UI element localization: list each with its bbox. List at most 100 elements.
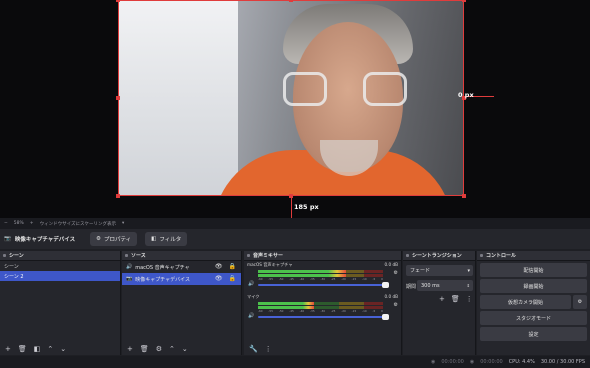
dock-grip-icon bbox=[125, 254, 128, 257]
dock-grip-icon bbox=[480, 254, 483, 257]
gear-icon[interactable]: ⚙ bbox=[156, 345, 162, 353]
add-icon[interactable]: + bbox=[439, 295, 445, 303]
audio-mixer-dock-title: 音声ミキサー bbox=[244, 251, 401, 261]
up-arrow-icon[interactable]: ⌃ bbox=[169, 345, 175, 353]
down-arrow-icon[interactable]: ⌄ bbox=[60, 345, 66, 353]
audio-mixer-dock: 音声ミキサー macOS 音声キャプチャ 0.0 dB -60 -55 -50 -45… bbox=[244, 251, 402, 355]
transition-select[interactable]: フェード ▾ bbox=[406, 265, 473, 276]
gear-icon[interactable]: ⚙ bbox=[394, 270, 398, 276]
dock-grip-icon bbox=[406, 254, 409, 257]
meter-tick-label: -5 bbox=[372, 277, 376, 281]
trash-icon[interactable]: 🗑 bbox=[140, 345, 149, 353]
meter-tick-label: -50 bbox=[278, 277, 284, 281]
eye-icon[interactable]: 👁 bbox=[215, 275, 223, 282]
camera-icon: 📷 bbox=[4, 236, 11, 242]
filter-icon[interactable]: ◧ bbox=[34, 345, 41, 353]
scale-mode-label[interactable]: ウィンドウサイズにスケーリング表示 bbox=[40, 221, 116, 227]
source-toolbar: 📷 映像キャプチャデバイス ⚙ プロパティ ◧ フィルタ bbox=[0, 229, 590, 249]
resize-handle-left[interactable] bbox=[116, 96, 120, 100]
resize-handle-bottom-left[interactable] bbox=[116, 194, 120, 198]
video-background-wall bbox=[118, 0, 238, 196]
preview-zoom-strip: − 58% + ウィンドウサイズにスケーリング表示 ▾ bbox=[0, 218, 590, 229]
meter-tick-label: -40 bbox=[299, 309, 305, 313]
scene-item[interactable]: シーン 2 bbox=[0, 271, 120, 281]
duration-input[interactable]: 300 ms ⇕ bbox=[417, 280, 473, 291]
meter-tick-label: -35 bbox=[310, 277, 315, 281]
eye-icon[interactable]: 👁 bbox=[215, 263, 223, 270]
start-streaming-button[interactable]: 配信開始 bbox=[480, 263, 587, 277]
channel-name: マイク bbox=[247, 294, 260, 299]
preview-canvas[interactable]: 185 px 0 px bbox=[0, 0, 590, 218]
meter-tick-label: -40 bbox=[299, 277, 305, 281]
properties-button[interactable]: ⚙ プロパティ bbox=[90, 232, 138, 246]
meter-ticks: -60 -55 -50 -45 -40 -35 -30 -25 -20 -15 -10 -5 0 bbox=[258, 277, 383, 281]
source-item[interactable]: 📷 映像キャプチャデバイス 👁 🔒 bbox=[122, 273, 241, 285]
meter-level bbox=[258, 270, 346, 273]
meter-tick-label: -10 bbox=[362, 277, 367, 281]
channel-db: 0.0 dB bbox=[384, 262, 398, 267]
add-icon[interactable]: + bbox=[5, 345, 11, 353]
meter-tick-label: -60 bbox=[258, 277, 263, 281]
trash-icon[interactable]: 🗑 bbox=[18, 345, 27, 353]
filters-button[interactable]: ◧ フィルタ bbox=[145, 232, 188, 246]
lock-icon[interactable]: 🔒 bbox=[229, 275, 236, 282]
resize-handle-top[interactable] bbox=[289, 0, 293, 2]
mixer-channel: マイク 0.0 dB -60 -55 -50 -45 -40 -35 -30 -25 -20 -1… bbox=[244, 293, 401, 325]
add-icon[interactable]: + bbox=[127, 345, 133, 353]
meter-tick-label: -15 bbox=[351, 309, 357, 313]
start-virtual-camera-button[interactable]: 仮想カメラ開始 bbox=[480, 295, 571, 309]
start-recording-button[interactable]: 録画開始 bbox=[480, 279, 587, 293]
controls-dock-title: コントロール bbox=[477, 251, 590, 261]
source-item[interactable]: 🔊 macOS 音声キャプチャ 👁 🔒 bbox=[122, 261, 241, 273]
video-glasses-right bbox=[363, 72, 407, 106]
speaker-icon[interactable]: 🔊 bbox=[248, 281, 254, 287]
meter-tick-label: 0 bbox=[381, 277, 383, 281]
sources-dock-title: ソース bbox=[122, 251, 241, 261]
resize-handle-top-right[interactable] bbox=[462, 0, 466, 2]
sources-dock: ソース 🔊 macOS 音声キャプチャ 👁 🔒 📷 映像キャプチャデバイス 👁 … bbox=[122, 251, 242, 355]
transitions-dock-title: シーントランジション bbox=[403, 251, 475, 261]
gear-icon[interactable]: ⚙ bbox=[394, 302, 398, 308]
scenes-dock: シーン シーン シーン 2 + 🗑 ◧ ⌃ ⌄ bbox=[0, 251, 121, 355]
volume-slider[interactable] bbox=[258, 282, 389, 288]
mixer-toolbar: 🔧 ⋮ bbox=[244, 343, 401, 355]
meter-tick-label: -45 bbox=[289, 309, 294, 313]
scenes-dock-title: シーン bbox=[0, 251, 120, 261]
resize-handle-bottom-right[interactable] bbox=[462, 194, 466, 198]
duration-label: 期間 bbox=[406, 284, 417, 290]
settings-button[interactable]: 設定 bbox=[480, 327, 587, 341]
stepper-icon[interactable]: ⇕ bbox=[467, 283, 470, 288]
distance-label-bottom: 185 px bbox=[294, 203, 319, 211]
volume-slider-knob[interactable] bbox=[382, 314, 389, 320]
studio-mode-button[interactable]: スタジオモード bbox=[480, 311, 587, 325]
wrench-icon[interactable]: 🔧 bbox=[249, 345, 258, 353]
up-arrow-icon[interactable]: ⌃ bbox=[47, 345, 53, 353]
trash-icon[interactable]: 🗑 bbox=[451, 295, 460, 303]
volume-slider[interactable] bbox=[258, 314, 389, 320]
volume-slider-knob[interactable] bbox=[382, 282, 389, 288]
zoom-plus-icon[interactable]: + bbox=[30, 221, 34, 226]
scene-item[interactable]: シーン bbox=[0, 261, 120, 271]
mixer-channel: macOS 音声キャプチャ 0.0 dB -60 -55 -50 -45 -40 -35-… bbox=[244, 261, 401, 293]
lock-icon[interactable]: 🔒 bbox=[229, 263, 236, 270]
meter-tick-label: -30 bbox=[320, 309, 326, 313]
camera-icon: 📷 bbox=[126, 276, 133, 282]
more-icon[interactable]: ⋮ bbox=[466, 295, 473, 303]
meter-tick-label: -20 bbox=[341, 277, 346, 281]
fps-readout: 30.00 / 30.00 FPS bbox=[540, 359, 585, 365]
more-icon[interactable]: ⋮ bbox=[265, 345, 272, 353]
speaker-icon[interactable]: 🔊 bbox=[248, 313, 254, 319]
resize-handle-top-left[interactable] bbox=[116, 0, 120, 2]
zoom-minus-icon[interactable]: − bbox=[4, 221, 8, 226]
meter-tick-label: -5 bbox=[372, 309, 376, 313]
chevron-down-icon[interactable]: ▾ bbox=[122, 221, 124, 226]
webcam-video-frame[interactable] bbox=[118, 0, 464, 196]
down-arrow-icon[interactable]: ⌄ bbox=[182, 345, 188, 353]
stream-time: 00:00:00 bbox=[441, 359, 464, 365]
gear-icon: ⚙ bbox=[577, 299, 583, 305]
virtual-camera-settings-button[interactable]: ⚙ bbox=[573, 295, 587, 309]
dock-grip-icon bbox=[3, 254, 6, 257]
record-status-icon: ◉ bbox=[469, 359, 475, 365]
stream-status-icon: ◉ bbox=[431, 359, 436, 365]
meter-tick-label: -50 bbox=[278, 309, 284, 313]
